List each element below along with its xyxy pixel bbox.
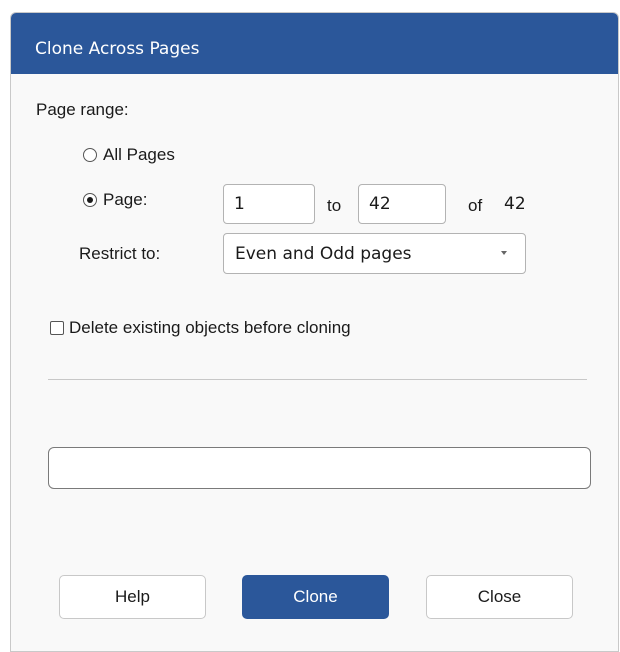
clone-across-pages-dialog: Clone Across Pages Page range: All Pages… <box>10 12 619 652</box>
all-pages-label[interactable]: All Pages <box>103 145 175 165</box>
close-button[interactable]: Close <box>426 575 573 619</box>
restrict-to-selected-value: Even and Odd pages <box>235 244 412 264</box>
progress-bar <box>48 447 591 489</box>
to-label: to <box>327 196 342 215</box>
page-radio[interactable] <box>83 193 97 207</box>
delete-existing-checkbox[interactable] <box>50 321 64 335</box>
dialog-title: Clone Across Pages <box>35 39 200 59</box>
page-range-label: Page range: <box>36 100 129 119</box>
total-pages-value: 42 <box>504 194 526 214</box>
divider <box>48 379 587 380</box>
title-bar: Clone Across Pages <box>11 13 618 74</box>
page-label[interactable]: Page: <box>103 190 147 210</box>
clone-button[interactable]: Clone <box>242 575 389 619</box>
chevron-down-icon <box>501 251 507 255</box>
page-to-input[interactable]: 42 <box>358 184 446 224</box>
all-pages-radio[interactable] <box>83 148 97 162</box>
page-from-input[interactable]: 1 <box>223 184 315 224</box>
delete-existing-label[interactable]: Delete existing objects before cloning <box>69 318 351 338</box>
help-button[interactable]: Help <box>59 575 206 619</box>
restrict-to-dropdown[interactable]: Even and Odd pages <box>223 233 526 274</box>
of-label: of <box>468 196 483 215</box>
restrict-to-label: Restrict to: <box>79 244 161 263</box>
